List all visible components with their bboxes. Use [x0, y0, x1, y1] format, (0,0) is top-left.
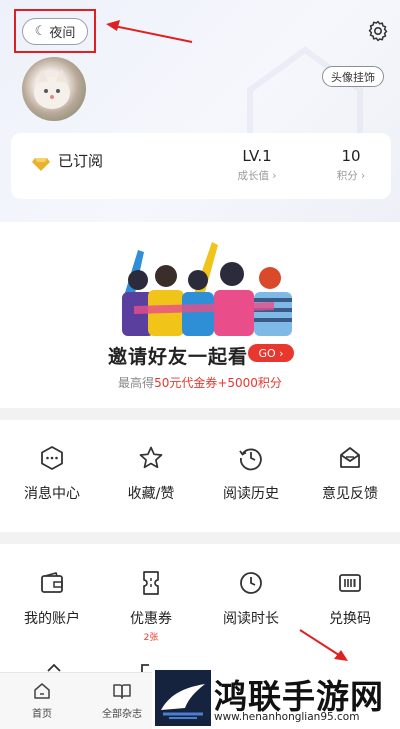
- book-icon: [113, 684, 131, 699]
- grid-item-redeem-code[interactable]: 兑换码: [300, 570, 400, 628]
- annotation-arrow-icon: [299, 629, 348, 661]
- avatar-pendant-button[interactable]: 头像挂饰: [322, 66, 384, 87]
- section-divider: [0, 532, 400, 544]
- tab-all-magazines[interactable]: 全部杂志: [82, 681, 162, 720]
- cat-avatar-icon: [34, 69, 70, 109]
- grid-label: 我的账户: [24, 611, 80, 627]
- watermark-logo-icon: [155, 670, 211, 726]
- invite-sub-reward: 50元代金券+5000积分: [154, 376, 282, 390]
- friends-group-illustration: [122, 242, 292, 336]
- chevron-up-icon: [47, 664, 61, 672]
- watermark: 鸿联手游网 www.henanhonglian95.com: [152, 668, 400, 729]
- clock-icon: [240, 572, 262, 594]
- grid-label: 消息中心: [24, 486, 80, 502]
- tab-label: 首页: [32, 709, 52, 720]
- points-stat[interactable]: 10 积分 ›: [323, 147, 379, 183]
- annotation-arrow-icon: [106, 20, 193, 43]
- grid-label: 阅读时长: [223, 611, 279, 627]
- stats-card: 已订阅 LV.1 成长值 › 10 积分 ›: [11, 133, 391, 199]
- barcode-icon: [339, 574, 361, 592]
- invite-go-button[interactable]: GO ›: [248, 344, 294, 362]
- wallet-icon: [41, 572, 63, 593]
- invite-sub-prefix: 最高得: [118, 376, 155, 390]
- grid-item-coupons[interactable]: 优惠券 2张: [101, 570, 201, 643]
- subscribed-link[interactable]: 已订阅: [58, 150, 103, 171]
- annotation-highlight-box: [14, 9, 96, 53]
- grid-item-favorites[interactable]: 收藏/赞: [101, 445, 201, 503]
- section-divider: [0, 408, 400, 420]
- home-icon: [34, 683, 50, 699]
- invite-title: 邀请好友一起看: [108, 346, 249, 368]
- grid-label: 意见反馈: [322, 486, 378, 502]
- points-value: 10: [341, 147, 361, 165]
- tab-home[interactable]: 首页: [2, 681, 82, 720]
- feedback-icon: [340, 447, 360, 468]
- message-icon: [41, 446, 63, 470]
- level-label: 成长值 ›: [237, 170, 277, 182]
- grid-item-reading-time[interactable]: 阅读时长: [201, 570, 301, 628]
- partial-icon: [141, 664, 149, 672]
- grid-item-reading-history[interactable]: 阅读历史: [201, 445, 301, 503]
- grid-label: 阅读历史: [223, 486, 279, 502]
- grid-label: 优惠券: [130, 611, 172, 627]
- avatar[interactable]: [22, 57, 86, 121]
- star-icon: [139, 446, 163, 469]
- watermark-url: www.henanhonglian95.com: [214, 711, 360, 723]
- history-icon: [239, 448, 262, 471]
- diamond-icon: [32, 158, 50, 171]
- grid-item-my-account[interactable]: 我的账户: [2, 570, 102, 628]
- gear-icon[interactable]: [366, 19, 390, 43]
- invite-subtitle: 最高得50元代金券+5000积分: [0, 374, 400, 391]
- level-stat[interactable]: LV.1 成长值 ›: [227, 147, 287, 183]
- tab-label: 全部杂志: [102, 709, 142, 720]
- coupon-count-badge: 2张: [143, 633, 159, 643]
- points-label: 积分 ›: [336, 170, 366, 182]
- grid-item-message-center[interactable]: 消息中心: [2, 445, 102, 503]
- invite-banner[interactable]: 邀请好友一起看 GO › 最高得50元代金券+5000积分: [0, 222, 400, 408]
- grid-label: 兑换码: [329, 611, 371, 627]
- coupon-icon: [143, 571, 159, 595]
- grid-item-feedback[interactable]: 意见反馈: [300, 445, 400, 503]
- grid-label: 收藏/赞: [127, 486, 175, 502]
- level-value: LV.1: [242, 147, 272, 165]
